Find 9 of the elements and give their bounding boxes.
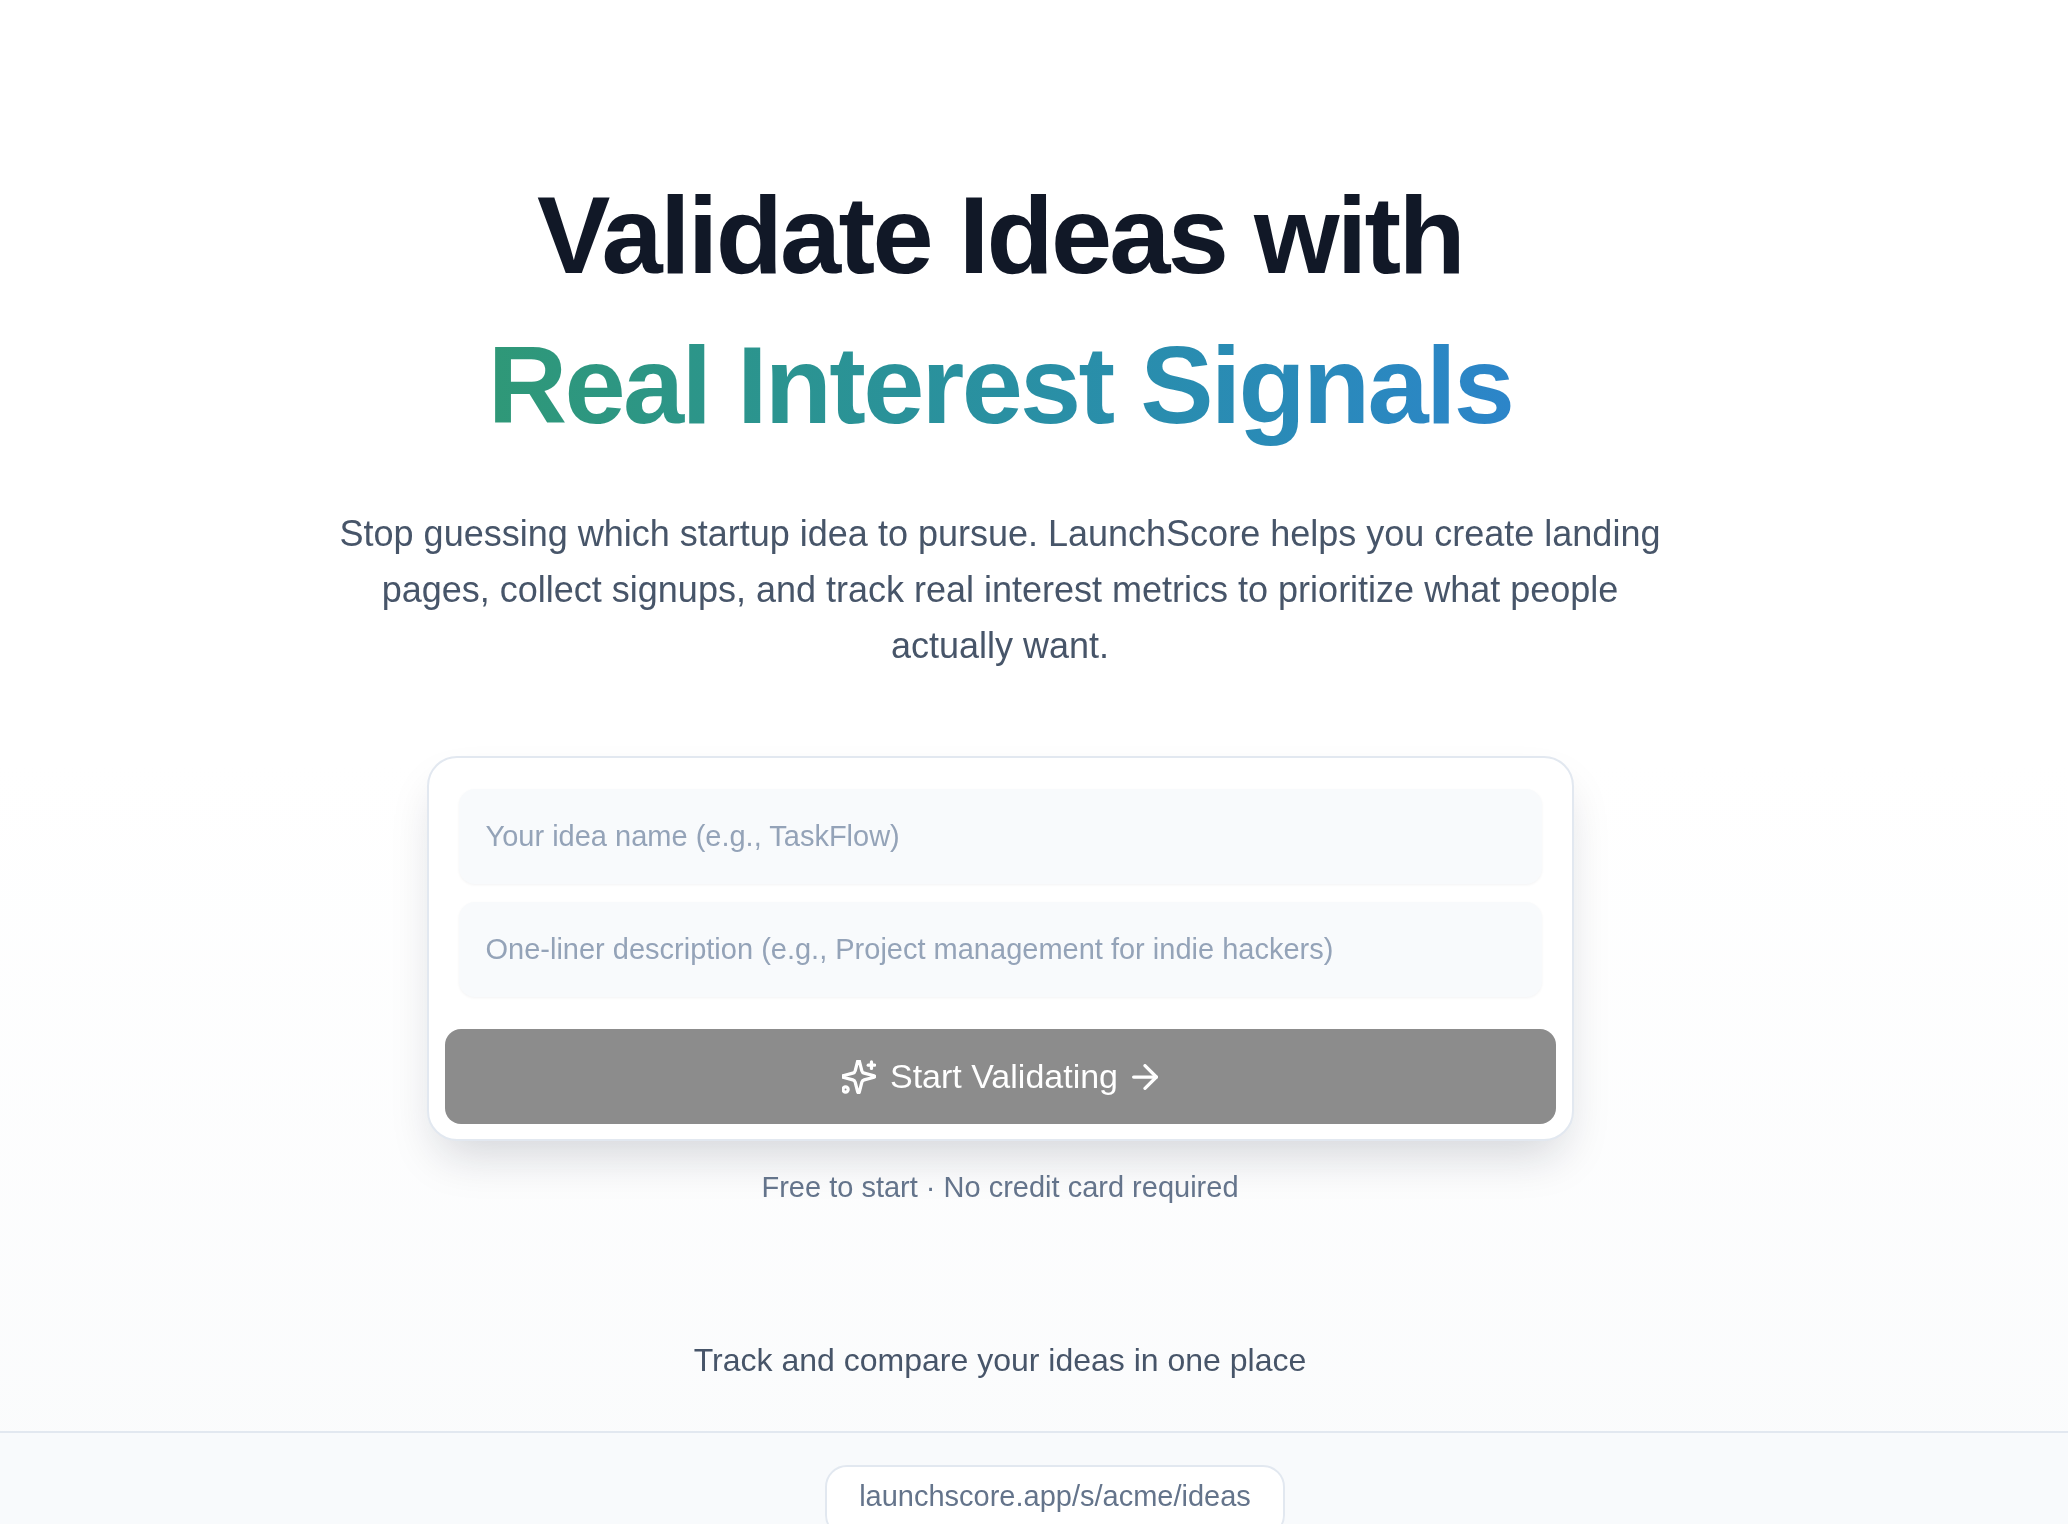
url-bar: launchscore.app/s/acme/ideas: [825, 1465, 1285, 1524]
hero-description: Stop guessing which startup idea to pursue. LaunchScore helps you create landing pages, collect signups, and track real interest metrics to prioritize what people actually want.: [338, 512, 1662, 668]
sparkles-icon: [841, 1059, 876, 1094]
input-field[interactable]: One-liner description (e.g., Project management for indie hackers): [458, 902, 1542, 997]
preview-caption: Track and compare your ideas in one place: [693, 1341, 1307, 1380]
input-field[interactable]: Your idea name (e.g., TaskFlow): [458, 789, 1542, 884]
free-note: Free to start · No credit card required: [761, 1170, 1239, 1205]
arrow-right-icon: [1132, 1063, 1159, 1090]
headline: Validate Ideas with: [537, 172, 1463, 298]
